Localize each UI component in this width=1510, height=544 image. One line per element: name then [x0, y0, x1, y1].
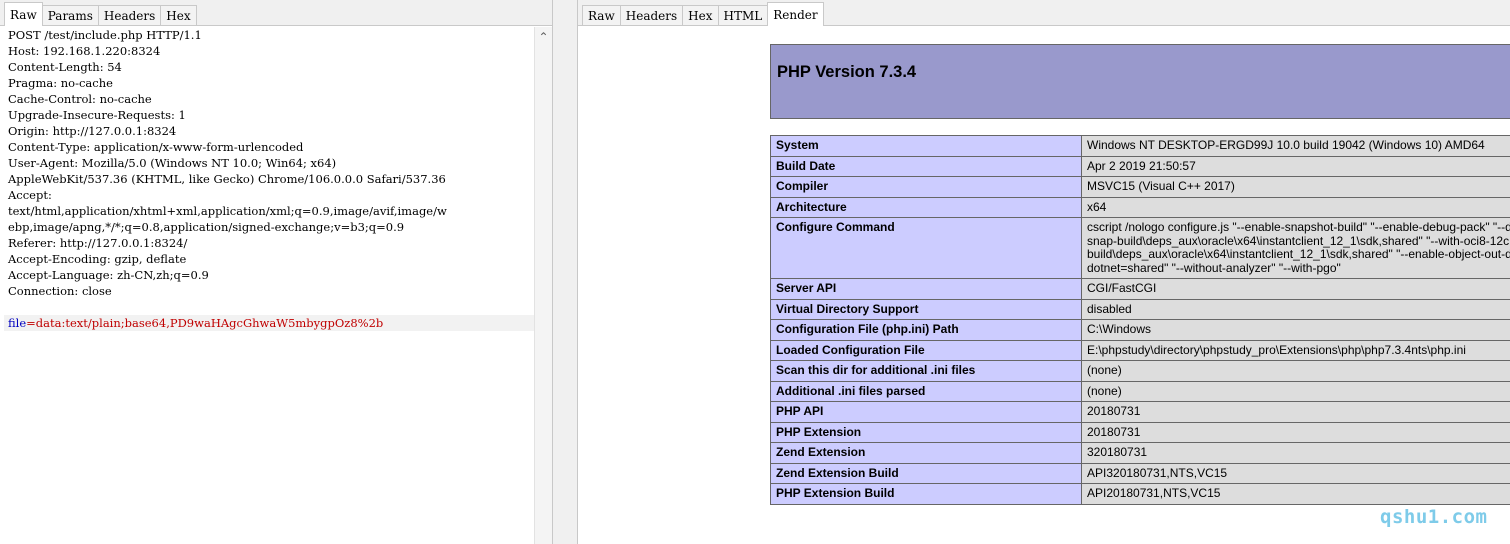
phpinfo-row: Zend Extension 320180731 [770, 442, 1510, 464]
phpinfo-key: Architecture [770, 196, 1082, 218]
phpinfo-value: Apr 2 2019 21:50:57 [1081, 155, 1510, 177]
phpinfo-row: Configuration File (php.ini) Path C:\Wind… [770, 319, 1510, 341]
phpinfo-key: PHP Extension [770, 421, 1082, 443]
phpinfo-key: Zend Extension Build [770, 462, 1082, 484]
request-body-line[interactable]: file=data:text/plain;base64,PD9waHAgcGhw… [4, 315, 534, 331]
request-line: POST /test/include.php HTTP/1.1 [8, 28, 202, 42]
request-line: Connection: close [8, 284, 112, 298]
phpinfo-value: API20180731,NTS,VC15 [1081, 483, 1510, 505]
phpinfo-key: Virtual Directory Support [770, 298, 1082, 320]
phpinfo-value: Windows NT DESKTOP-ERGD99J 10.0 build 19… [1081, 135, 1510, 157]
request-line: AppleWebKit/537.36 (KHTML, like Gecko) C… [8, 172, 446, 186]
request-line: Accept-Language: zh-CN,zh;q=0.9 [8, 268, 209, 282]
response-pane: Raw Headers Hex HTML Render PHP Version 7.3.… [578, 0, 1510, 544]
request-line: Upgrade-Insecure-Requests: 1 [8, 108, 186, 122]
request-line: User-Agent: Mozilla/5.0 (Windows NT 10.0… [8, 156, 337, 170]
phpinfo-value: CGI/FastCGI [1081, 278, 1510, 300]
request-line: Accept: [8, 188, 52, 202]
response-tab-bar: Raw Headers Hex HTML Render [578, 0, 1510, 26]
phpinfo-key: Server API [770, 278, 1082, 300]
request-line: Cache-Control: no-cache [8, 92, 152, 106]
request-line: Content-Type: application/x-www-form-url… [8, 140, 304, 154]
request-line: Host: 192.168.1.220:8324 [8, 44, 161, 58]
phpinfo-key: System [770, 135, 1082, 157]
tab-html[interactable]: HTML [717, 5, 769, 25]
phpinfo-row: Virtual Directory Support disabled [770, 298, 1510, 320]
pane-splitter[interactable] [552, 0, 578, 544]
phpinfo-key: Configure Command [770, 217, 1082, 279]
request-line: Origin: http://127.0.0.1:8324 [8, 124, 177, 138]
phpinfo-row: Scan this dir for additional .ini files(… [770, 360, 1510, 382]
tab-hex[interactable]: Hex [160, 5, 197, 25]
phpinfo-value: cscript /nologo configure.js "--enable-s… [1081, 217, 1510, 279]
request-line: Accept-Encoding: gzip, deflate [8, 252, 187, 266]
tab-headers[interactable]: Headers [97, 5, 162, 25]
phpinfo-value: E:\phpstudy\directory\phpstudy_pro\Exten… [1081, 339, 1510, 361]
phpinfo-value: 320180731 [1081, 442, 1510, 464]
tab-headers[interactable]: Headers [619, 5, 684, 25]
phpinfo-key: Build Date [770, 155, 1082, 177]
phpinfo-key: Scan this dir for additional .ini files [770, 360, 1082, 382]
request-line: Pragma: no-cache [8, 76, 113, 90]
phpinfo-table: System Windows NT DESKTOP-ERGD99J 10.0 bu… [770, 135, 1510, 505]
phpinfo-value: 20180731 [1081, 421, 1510, 443]
phpinfo-row: Loaded Configuration File E:\phpstudy\dir… [770, 339, 1510, 361]
phpinfo-value: disabled [1081, 298, 1510, 320]
phpinfo-row: Configure Command cscript /nologo configu… [770, 217, 1510, 279]
phpinfo-value: (none) [1081, 360, 1510, 382]
tab-raw[interactable]: Raw [582, 5, 621, 25]
tab-render[interactable]: Render [767, 2, 824, 26]
phpinfo-key: Additional .ini files parsed [770, 380, 1082, 402]
phpinfo-key: Zend Extension [770, 442, 1082, 464]
request-line: ebp,image/apng,*/*;q=0.8,application/sig… [8, 220, 405, 234]
phpinfo-value: API320180731,NTS,VC15 [1081, 462, 1510, 484]
phpinfo-value-line: dotnet=shared" "--without-analyzer" "--w… [1087, 260, 1341, 275]
php-version-title: PHP Version 7.3.4 [777, 63, 917, 81]
phpinfo-value: (none) [1081, 380, 1510, 402]
request-scrollbar[interactable]: ⌃ [534, 27, 552, 544]
phpinfo-key: Loaded Configuration File [770, 339, 1082, 361]
raw-request-editor[interactable]: POST /test/include.php HTTP/1.1 Host: 192… [4, 27, 534, 544]
phpinfo-value: 20180731 [1081, 401, 1510, 423]
request-tab-bar: Raw Params Headers Hex [0, 0, 552, 26]
request-line: text/html,application/xhtml+xml,applicat… [8, 204, 447, 218]
phpinfo-row: Architecture x64 [770, 196, 1510, 218]
watermark: qshu1.com [1380, 506, 1488, 528]
request-line: Referer: http://127.0.0.1:8324/ [8, 236, 188, 250]
phpinfo-row: PHP Extension 20180731 [770, 421, 1510, 443]
body-param-equals: = [26, 316, 36, 330]
scroll-up-arrow-icon[interactable]: ⌃ [535, 29, 552, 46]
phpinfo-row: PHP API 20180731 [770, 401, 1510, 423]
body-param-value: data:text/plain;base64,PD9waHAgcGhwaW5mb… [35, 316, 384, 330]
tab-params[interactable]: Params [41, 5, 99, 25]
phpinfo-value: C:\Windows [1081, 319, 1510, 341]
tab-hex[interactable]: Hex [682, 5, 719, 25]
phpinfo-row: PHP Extension Build API20180731,NTS,VC15 [770, 483, 1510, 505]
phpinfo-value: MSVC15 (Visual C++ 2017) [1081, 176, 1510, 198]
phpinfo-key: Configuration File (php.ini) Path [770, 319, 1082, 341]
phpinfo-row: Build Date Apr 2 2019 21:50:57 [770, 155, 1510, 177]
phpinfo-row: Server API CGI/FastCGI [770, 278, 1510, 300]
phpinfo-key: PHP Extension Build [770, 483, 1082, 505]
phpinfo-value-line: cscript /nologo configure.js "--enable-s… [1087, 220, 1510, 234]
phpinfo-value: x64 [1081, 196, 1510, 218]
phpinfo-key: Compiler [770, 176, 1082, 198]
request-pane: Raw Params Headers Hex POST /test/include.p… [0, 0, 552, 544]
phpinfo-row: Zend Extension Build API320180731,NTS,VC1… [770, 462, 1510, 484]
body-param-name: file [8, 316, 27, 330]
php-version-header: PHP Version 7.3.4 [770, 44, 1510, 119]
phpinfo-row: Compiler MSVC15 (Visual C++ 2017) [770, 176, 1510, 198]
phpinfo-key: PHP API [770, 401, 1082, 423]
request-line: Content-Length: 54 [8, 60, 122, 74]
phpinfo-value-line: snap-build\deps_aux\oracle\x64\instantcl… [1087, 233, 1510, 248]
phpinfo-row: Additional .ini files parsed (none) [770, 380, 1510, 402]
phpinfo-row: System Windows NT DESKTOP-ERGD99J 10.0 bu… [770, 135, 1510, 157]
request-line [4, 299, 534, 315]
tab-raw[interactable]: Raw [4, 2, 43, 26]
render-view: PHP Version 7.3.4 System Windows NT DESKT… [578, 26, 1510, 544]
phpinfo-value-line: build\deps_aux\oracle\x64\instantclient_… [1087, 247, 1510, 261]
